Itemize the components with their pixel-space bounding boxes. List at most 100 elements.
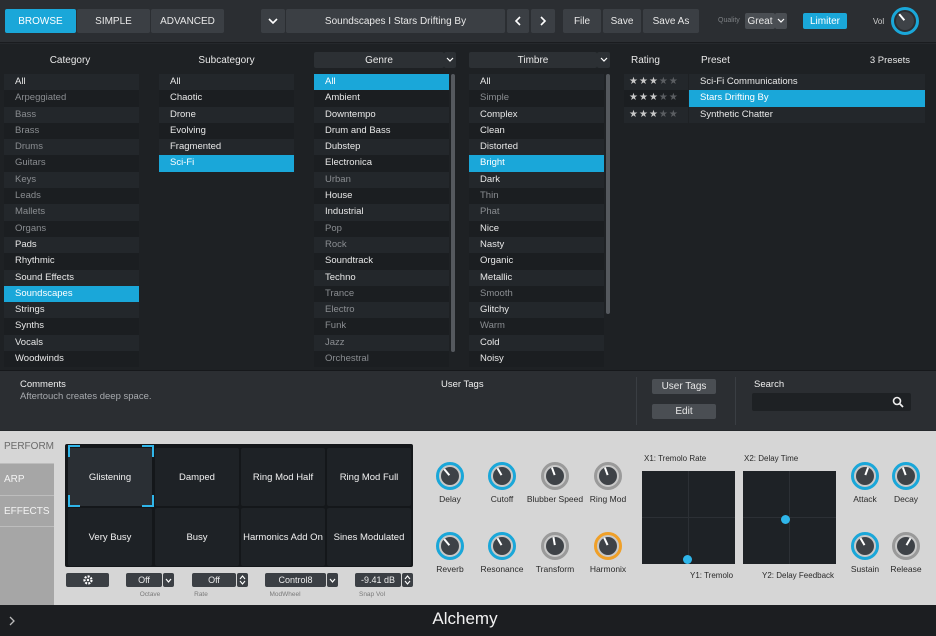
category-item[interactable]: All <box>4 74 139 91</box>
tab-perform[interactable]: PERFORM <box>0 431 54 463</box>
save-button[interactable]: Save <box>603 9 641 33</box>
preset-menu-button[interactable] <box>261 9 285 33</box>
genre-item[interactable]: House <box>314 188 449 205</box>
timbre-item[interactable]: Glitchy <box>469 302 604 319</box>
genre-item[interactable]: Orchestral <box>314 351 449 368</box>
subcategory-item[interactable]: All <box>159 74 294 91</box>
star-icon[interactable]: ★ <box>669 76 679 87</box>
xy-pad-1-handle[interactable] <box>683 555 692 564</box>
timbre-item[interactable]: Clean <box>469 122 604 140</box>
xy-pad-2[interactable] <box>743 471 836 564</box>
preset-title-display[interactable]: Soundscapes I Stars Drifting By <box>286 9 505 33</box>
rate-select[interactable]: Off <box>192 573 236 587</box>
timbre-item[interactable]: Bright <box>469 155 604 172</box>
rate-stepper[interactable] <box>237 573 248 587</box>
genre-item[interactable]: Jazz <box>314 334 449 352</box>
snapshot-pad[interactable]: Damped <box>155 448 239 506</box>
harmonix-knob[interactable] <box>594 532 622 560</box>
category-item[interactable]: Pads <box>4 236 139 254</box>
release-knob[interactable] <box>892 532 920 560</box>
timbre-item[interactable]: Dark <box>469 171 604 189</box>
star-icon[interactable]: ★ <box>669 109 679 120</box>
snapshot-pad[interactable]: Ring Mod Full <box>327 448 411 506</box>
octave-dropdown-arrow[interactable] <box>163 573 174 587</box>
save-as-button[interactable]: Save As <box>643 9 699 33</box>
subcategory-item[interactable]: Drone <box>159 106 294 123</box>
tab-effects[interactable]: EFFECTS <box>0 495 54 527</box>
attack-knob[interactable] <box>851 462 879 490</box>
category-item[interactable]: Bass <box>4 106 139 123</box>
star-icon[interactable]: ★ <box>639 92 649 103</box>
subcategory-item[interactable]: Evolving <box>159 122 294 140</box>
timbre-item[interactable]: Complex <box>469 106 604 123</box>
previous-preset-button[interactable] <box>507 9 529 33</box>
cutoff-knob[interactable] <box>488 462 516 490</box>
delay-knob[interactable] <box>436 462 464 490</box>
genre-item[interactable]: Dubstep <box>314 139 449 156</box>
star-icon[interactable]: ★ <box>659 76 669 87</box>
category-item[interactable]: Organs <box>4 220 139 237</box>
category-item[interactable]: Woodwinds <box>4 351 139 368</box>
timbre-item[interactable]: Noisy <box>469 351 604 368</box>
timbre-item[interactable]: All <box>469 74 604 91</box>
search-input[interactable] <box>752 393 911 411</box>
decay-knob[interactable] <box>892 462 920 490</box>
star-icon[interactable]: ★ <box>639 109 649 120</box>
snapshot-pad[interactable]: Busy <box>155 508 239 566</box>
rating-stars[interactable]: ★★★★★ <box>624 74 688 91</box>
timbre-item[interactable]: Distorted <box>469 139 604 156</box>
timbre-item[interactable]: Simple <box>469 90 604 107</box>
category-item[interactable]: Brass <box>4 122 139 140</box>
user-tags-button[interactable]: User Tags <box>652 379 716 394</box>
xy-pad-2-handle[interactable] <box>781 515 790 524</box>
subcategory-item[interactable]: Sci-Fi <box>159 155 294 172</box>
rating-stars[interactable]: ★★★★★ <box>624 106 688 123</box>
timbre-item[interactable]: Thin <box>469 188 604 205</box>
blubber-speed-knob[interactable] <box>541 462 569 490</box>
category-item[interactable]: Vocals <box>4 334 139 352</box>
snapshot-pad[interactable]: Sines Modulated <box>327 508 411 566</box>
genre-item[interactable]: Urban <box>314 171 449 189</box>
octave-select[interactable]: Off <box>126 573 162 587</box>
genre-scrollbar[interactable] <box>451 74 455 352</box>
category-item[interactable]: Rhythmic <box>4 253 139 270</box>
star-icon[interactable]: ★ <box>649 92 659 103</box>
genre-item[interactable]: Ambient <box>314 90 449 107</box>
genre-item[interactable]: Trance <box>314 285 449 303</box>
timbre-item[interactable]: Cold <box>469 334 604 352</box>
preset-item[interactable]: Synthetic Chatter <box>689 106 925 123</box>
timbre-scrollbar[interactable] <box>606 74 610 314</box>
modwheel-dropdown-arrow[interactable] <box>327 573 338 587</box>
next-preset-button[interactable] <box>531 9 555 33</box>
genre-item[interactable]: Rock <box>314 236 449 254</box>
edit-button[interactable]: Edit <box>652 404 716 419</box>
star-icon[interactable]: ★ <box>649 76 659 87</box>
settings-button[interactable] <box>66 573 109 587</box>
genre-item[interactable]: Techno <box>314 269 449 286</box>
category-item[interactable]: Leads <box>4 188 139 205</box>
resonance-knob[interactable] <box>488 532 516 560</box>
volume-knob[interactable] <box>891 7 919 35</box>
quality-dropdown-arrow[interactable] <box>775 13 787 29</box>
genre-item[interactable]: Downtempo <box>314 106 449 123</box>
genre-item[interactable]: Electronica <box>314 155 449 172</box>
genre-item[interactable]: All <box>314 74 449 91</box>
category-item[interactable]: Guitars <box>4 155 139 172</box>
genre-item[interactable]: Pop <box>314 220 449 237</box>
reverb-knob[interactable] <box>436 532 464 560</box>
genre-item[interactable]: Industrial <box>314 204 449 221</box>
snapshot-pad[interactable]: Harmonics Add On <box>241 508 325 566</box>
subcategory-item[interactable]: Chaotic <box>159 90 294 107</box>
limiter-button[interactable]: Limiter <box>803 13 847 29</box>
category-item[interactable]: Keys <box>4 171 139 189</box>
genre-filter-dropdown[interactable] <box>444 52 456 68</box>
category-item[interactable]: Strings <box>4 302 139 319</box>
category-item[interactable]: Sound Effects <box>4 269 139 286</box>
star-icon[interactable]: ★ <box>629 76 639 87</box>
category-item[interactable]: Synths <box>4 318 139 335</box>
star-icon[interactable]: ★ <box>649 109 659 120</box>
timbre-filter-dropdown[interactable] <box>597 52 610 68</box>
quality-select[interactable]: Great <box>745 13 775 29</box>
star-icon[interactable]: ★ <box>629 92 639 103</box>
genre-header[interactable]: Genre <box>314 52 444 68</box>
